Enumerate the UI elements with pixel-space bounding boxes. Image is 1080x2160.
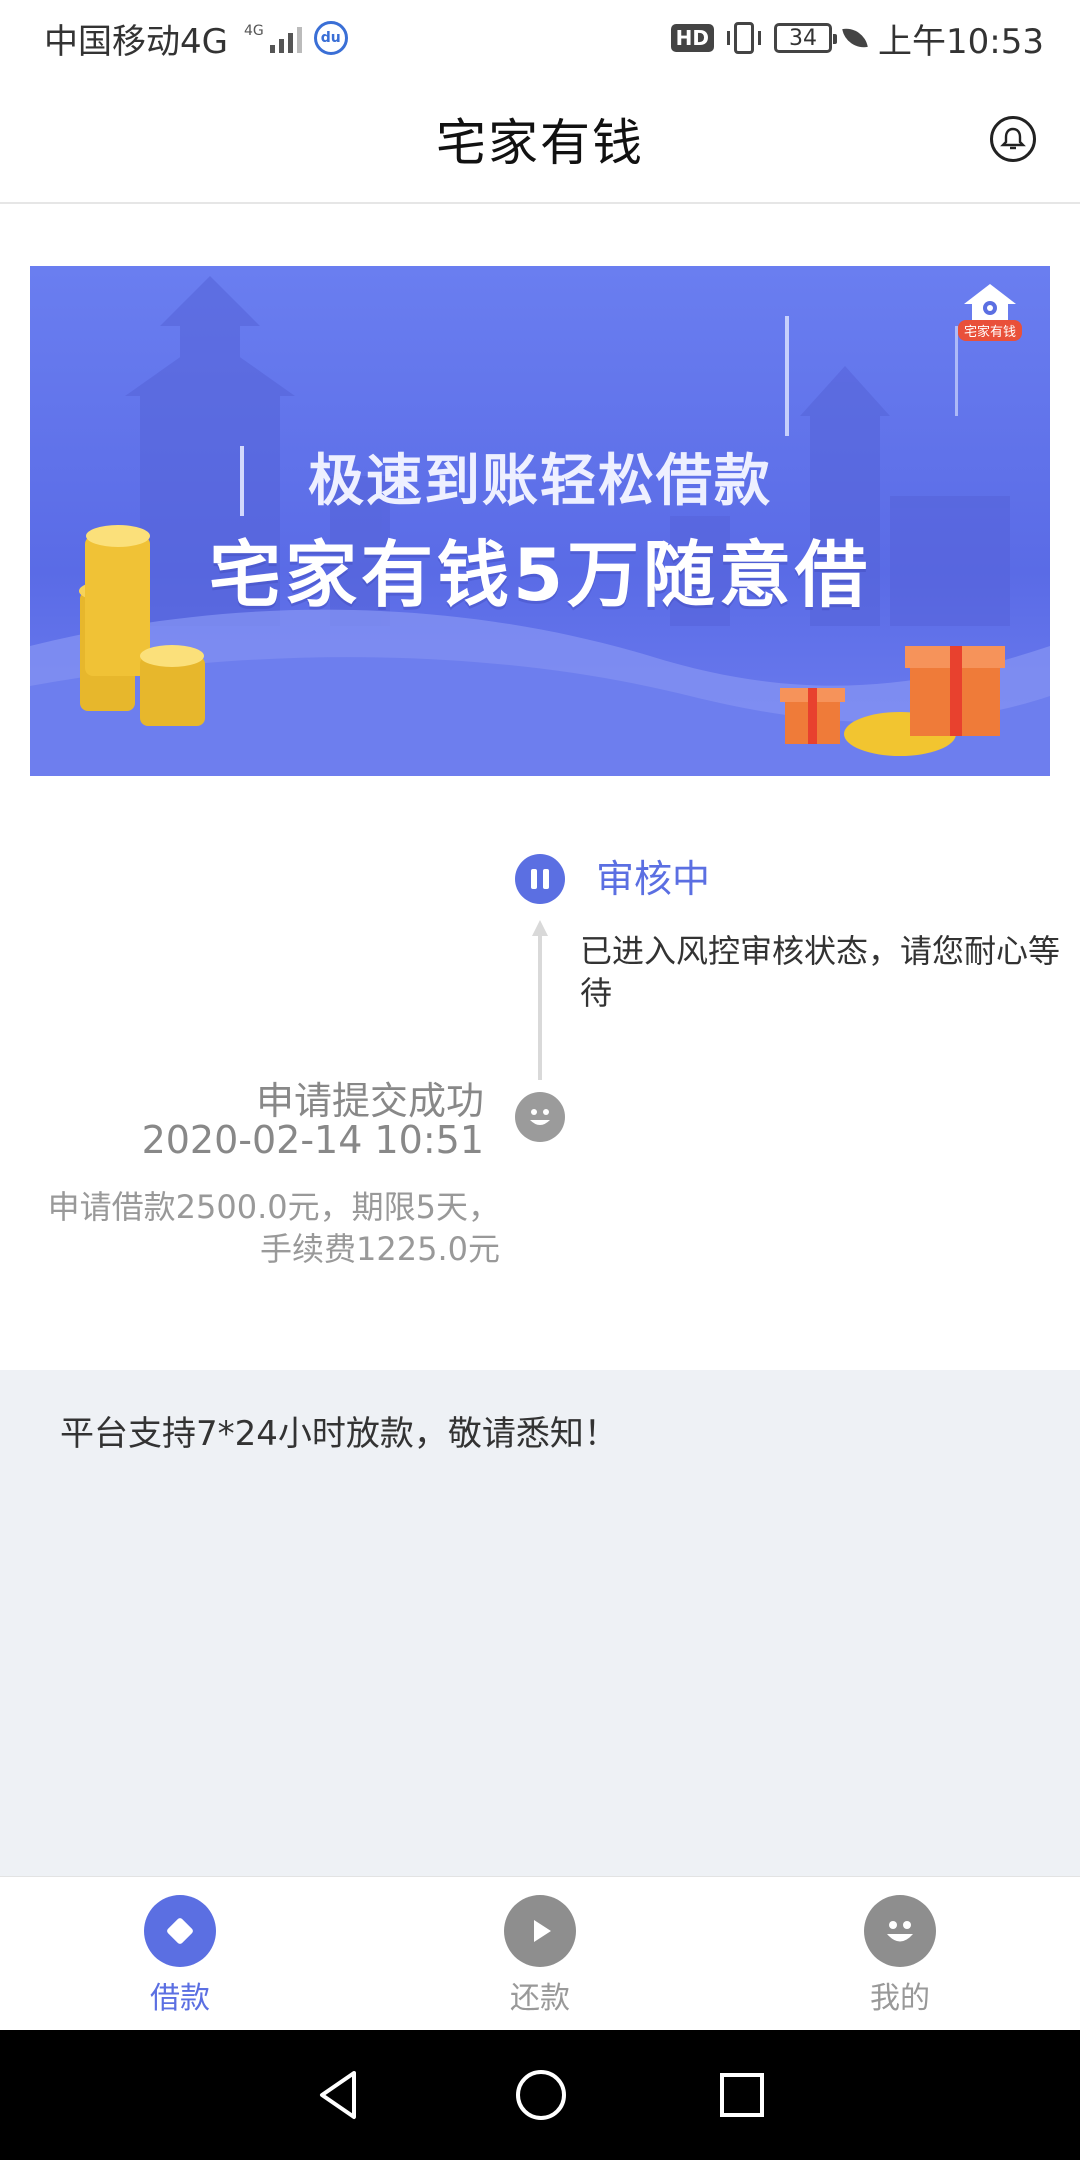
notice-panel: 平台支持7*24小时放款，敬请悉知！	[0, 1370, 1080, 1876]
status-bar: 中国移动4G 4G du HD 34 上午10:53	[0, 0, 1080, 76]
battery-icon: 34	[774, 23, 838, 53]
tab-repay[interactable]: 还款	[360, 1877, 720, 2030]
loan-detail: 申请借款2500.0元，期限5天，手续费1225.0元	[47, 1188, 500, 1268]
bell-icon[interactable]	[990, 116, 1036, 162]
tab-borrow-label: 借款	[150, 1981, 210, 2016]
leaf-icon	[842, 25, 868, 51]
baidu-paw-icon: du	[313, 21, 348, 55]
back-icon[interactable]	[314, 2069, 364, 2121]
bottom-nav: 借款 还款 我的	[0, 1876, 1080, 2030]
tab-mine-label: 我的	[870, 1981, 930, 2016]
submit-success-title: 申请提交成功	[255, 1079, 484, 1123]
house-logo-icon	[964, 284, 1016, 320]
vibrate-icon	[727, 22, 762, 54]
app-header: 宅家有钱	[0, 76, 1080, 204]
carrier-label: 中国移动4G	[44, 21, 228, 62]
status-right: HD 34 上午10:53	[670, 14, 1044, 63]
timeline-connector	[538, 930, 542, 1080]
submit-time: 2020-02-14 10:51	[141, 1118, 484, 1162]
battery-level: 34	[789, 25, 818, 51]
status-left: 中国移动4G 4G du	[44, 14, 348, 63]
screen: 中国移动4G 4G du HD 34 上午10:53 宅家有钱 宅家有钱 极速到…	[0, 0, 1080, 2160]
banner-subheadline: 宅家有钱5万随意借	[208, 533, 872, 617]
home-icon[interactable]	[514, 2068, 568, 2122]
banner-logo-text: 宅家有钱	[957, 320, 1022, 341]
net-badge: 4G	[243, 23, 264, 39]
pause-icon	[515, 854, 565, 904]
notice-text: 平台支持7*24小时放款，敬请悉知！	[60, 1414, 618, 1454]
diamond-icon	[144, 1895, 216, 1967]
review-status-desc: 已进入风控审核状态，请您耐心等待	[580, 932, 1061, 1012]
play-icon	[504, 1895, 576, 1967]
signal-bars-icon: 4G	[244, 23, 302, 53]
clock: 上午10:53	[878, 21, 1044, 62]
smiley-icon	[515, 1092, 565, 1142]
system-nav-bar	[0, 2030, 1080, 2160]
banner-logo: 宅家有钱	[952, 280, 1028, 350]
promo-banner[interactable]: 宅家有钱 极速到账轻松借款 宅家有钱5万随意借	[30, 266, 1050, 776]
recents-icon[interactable]	[718, 2071, 766, 2119]
review-status-label: 审核中	[596, 857, 711, 901]
page-title: 宅家有钱	[436, 114, 644, 172]
loan-status-timeline: 审核中 已进入风控审核状态，请您耐心等待 申请提交成功 2020-02-14 1…	[0, 830, 1080, 1370]
tab-borrow[interactable]: 借款	[0, 1877, 360, 2030]
banner-headline: 极速到账轻松借款	[308, 449, 772, 514]
smiley-icon	[864, 1895, 936, 1967]
tab-mine[interactable]: 我的	[720, 1877, 1080, 2030]
hd-badge: HD	[670, 24, 715, 52]
tab-repay-label: 还款	[510, 1981, 570, 2016]
